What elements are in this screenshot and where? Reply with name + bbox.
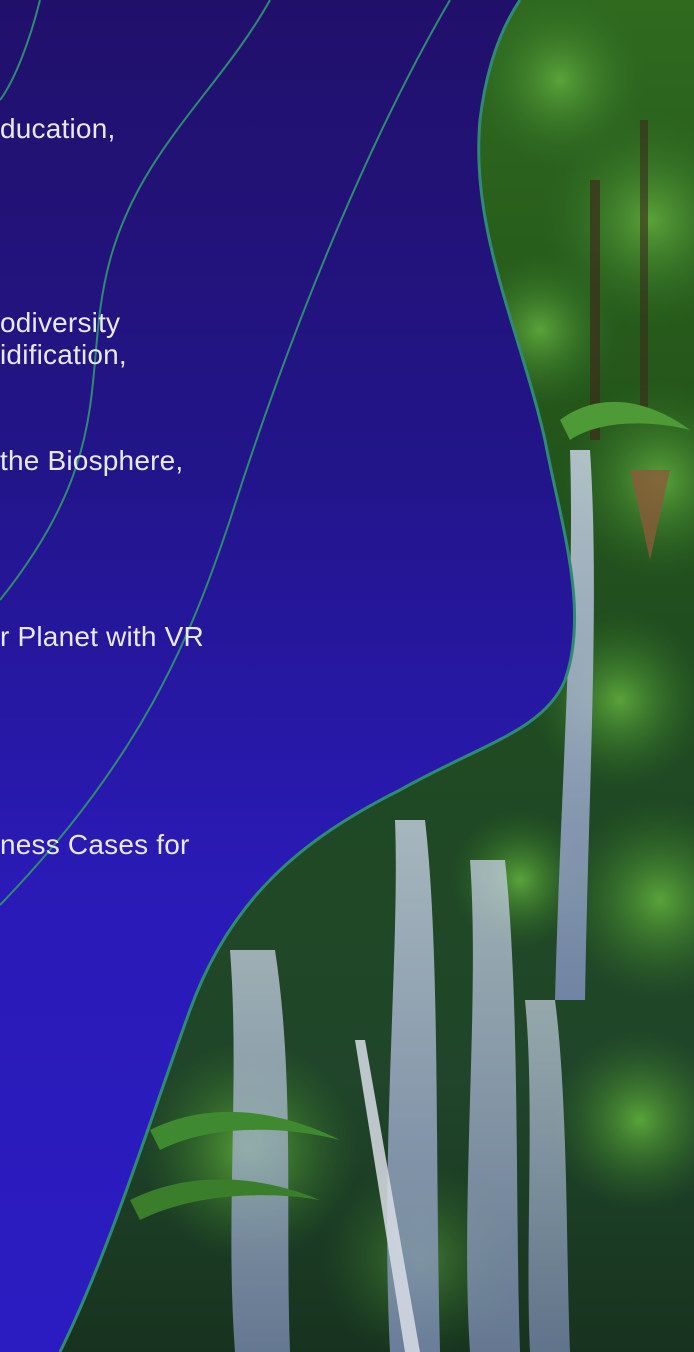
- body-text-line-6: ness Cases for: [0, 829, 190, 860]
- body-text-line-3: idification,: [0, 339, 127, 370]
- body-text-line-1: ducation,: [0, 113, 116, 144]
- decor-curve-2: [0, 0, 271, 601]
- decor-curve-1: [0, 0, 41, 101]
- rainforest-photo: [60, 0, 694, 1352]
- background-scene: [0, 0, 694, 1352]
- body-text-line-5: r Planet with VR: [0, 621, 204, 652]
- body-text-line-2: odiversity: [0, 307, 121, 338]
- body-text-line-4: the Biosphere,: [0, 445, 184, 476]
- slide-canvas: ducation, odiversity idification, the Bi…: [0, 0, 694, 1352]
